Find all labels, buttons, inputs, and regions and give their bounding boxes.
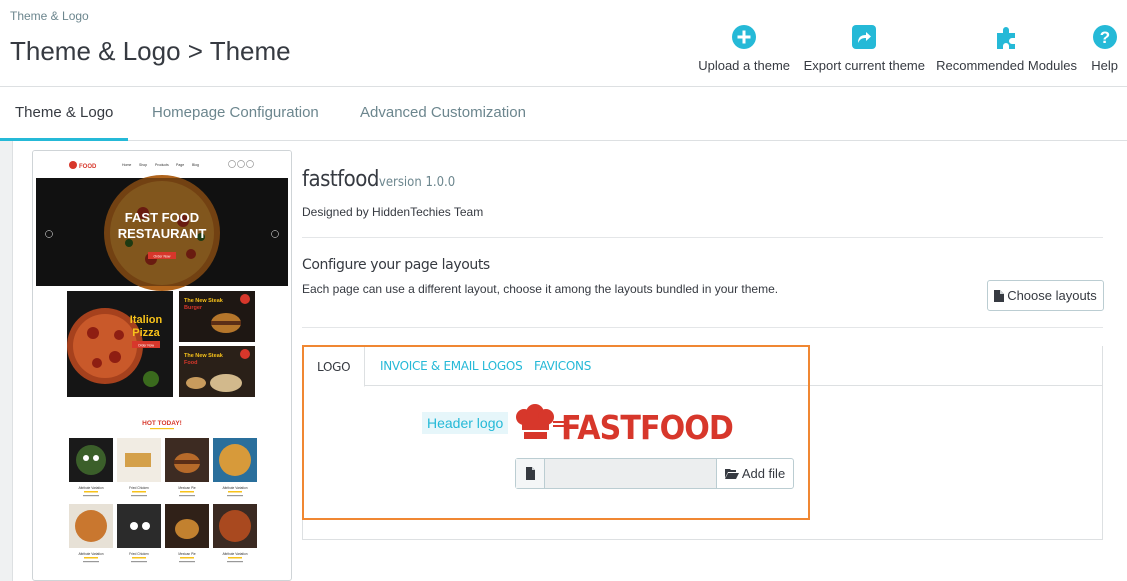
preview-nav-shop: Shop — [139, 163, 147, 167]
preview-promo-button: Order Now — [138, 344, 155, 348]
theme-designer: Designed by HiddenTechies Team — [302, 205, 484, 219]
preview-brand: FOOD — [79, 164, 97, 170]
help-label: Help — [1091, 58, 1118, 73]
plus-circle-icon — [732, 25, 757, 49]
choose-layouts-label: Choose layouts — [1007, 288, 1097, 303]
choose-layouts-button[interactable]: Choose layouts — [987, 280, 1104, 311]
preview-nav-blog: Blog — [192, 163, 199, 167]
svg-text:?: ? — [1099, 28, 1109, 47]
preview-product-7-name: Mexican Pie — [178, 552, 196, 556]
tab-theme-logo[interactable]: Theme & Logo — [0, 87, 129, 141]
recommended-modules-label: Recommended Modules — [936, 58, 1077, 73]
upload-theme-label: Upload a theme — [698, 58, 790, 73]
file-icon — [994, 290, 1005, 302]
preview-hot-today: HOT TODAY! — [142, 420, 182, 427]
preview-product-6-name: Fried Chicken — [129, 552, 149, 556]
theme-preview-image: FOOD Home Shop Products Page Blog FAST F… — [32, 150, 292, 581]
layouts-title: Configure your page layouts — [302, 257, 490, 273]
preview-nav-products: Products — [155, 163, 169, 167]
preview-product-4-name: Attribute Variation — [222, 486, 247, 490]
upload-theme-button[interactable]: Upload a theme — [698, 24, 790, 73]
highlight-box — [302, 345, 810, 520]
main-tabs: Theme & Logo Homepage Configuration Adva… — [0, 87, 1127, 141]
divider — [302, 327, 1103, 328]
recommended-modules-button[interactable]: Recommended Modules — [936, 24, 1077, 73]
preview-hero-title-1: FAST FOOD — [125, 210, 199, 225]
preview-product-8-name: Attribute Variation — [222, 552, 247, 556]
preview-nav-home: Home — [122, 163, 131, 167]
puzzle-icon — [996, 27, 1015, 49]
tab-homepage-configuration[interactable]: Homepage Configuration — [152, 87, 319, 141]
theme-name: fastfoodversion 1.0.0 — [302, 167, 455, 192]
theme-preview-graphic: FOOD Home Shop Products Page Blog FAST F… — [33, 151, 291, 563]
preview-hero-title-2: RESTAURANT — [118, 226, 207, 241]
preview-promo-4: The New Steak — [184, 353, 224, 359]
preview-promo-1: Italion — [130, 314, 163, 326]
page-title: Theme & Logo > Theme — [10, 36, 291, 66]
layouts-description: Each page can use a different layout, ch… — [302, 282, 779, 296]
preview-promo-3b: Burger — [184, 305, 203, 311]
preview-nav-page: Page — [176, 163, 184, 167]
divider — [302, 237, 1103, 238]
preview-product-1-name: Attribute Variation — [78, 486, 103, 490]
preview-product-3-name: Mexican Pie — [178, 486, 196, 490]
theme-name-text: fastfood — [302, 167, 379, 192]
help-button[interactable]: ? Help — [1091, 24, 1118, 73]
page-header: Theme & Logo Theme & Logo > Theme Upload… — [0, 0, 1127, 87]
export-theme-button[interactable]: Export current theme — [804, 24, 925, 73]
export-theme-label: Export current theme — [803, 58, 925, 73]
breadcrumb[interactable]: Theme & Logo — [10, 9, 89, 23]
preview-product-5-name: Attribute Variation — [78, 552, 103, 556]
preview-product-2-name: Fried Chicken — [129, 486, 149, 490]
tab-advanced-customization[interactable]: Advanced Customization — [360, 87, 526, 141]
theme-version: version 1.0.0 — [378, 175, 456, 190]
preview-promo-4b: Food — [184, 360, 197, 366]
help-icon: ? — [1092, 25, 1117, 49]
preview-promo-2: Pizza — [132, 327, 160, 339]
preview-promo-3: The New Steak — [184, 298, 224, 304]
preview-hero-button: Order Now — [154, 255, 171, 259]
theme-panel: FOOD Home Shop Products Page Blog FAST F… — [12, 141, 1127, 581]
share-icon — [852, 25, 877, 49]
